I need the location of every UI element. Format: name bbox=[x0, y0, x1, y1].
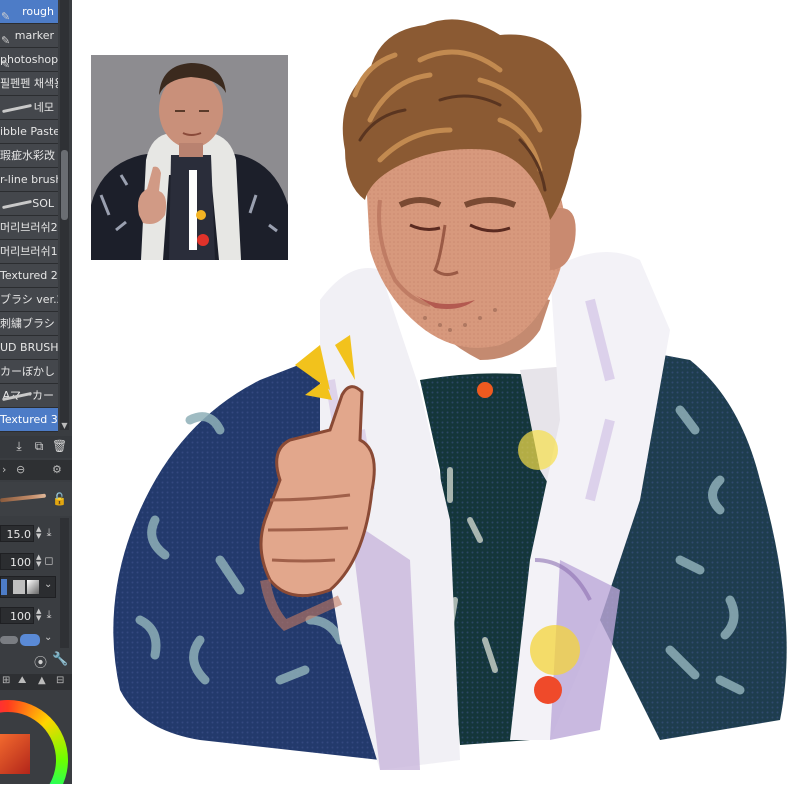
brush-size-field[interactable]: 15.0 bbox=[0, 525, 34, 542]
triangle-icon[interactable]: ▲ bbox=[38, 675, 46, 686]
brush-item-label: rough bbox=[22, 5, 54, 18]
texture-density-control: ⌄ bbox=[0, 632, 72, 650]
brush-item-label: UD BRUSH bbox=[0, 341, 58, 354]
brush-item[interactable]: Textured 3 bbox=[0, 408, 58, 432]
saturation-value-square[interactable] bbox=[0, 734, 30, 774]
extra-tool-icons: ⦿ 🔧 bbox=[0, 650, 72, 672]
density-pressure-icon[interactable]: ⤓ bbox=[42, 608, 56, 622]
brush-item-label: r-line brush bbox=[0, 173, 58, 186]
panel-menu-icon[interactable]: ⊟ bbox=[56, 675, 64, 686]
lock-icon[interactable]: 🔓 bbox=[52, 492, 67, 506]
brush-item[interactable]: ibble Pastel bbox=[0, 120, 58, 144]
brush-item-label: 네모 bbox=[33, 101, 54, 114]
brush-item[interactable]: カーぼかし bbox=[0, 360, 58, 384]
blend-mode-select[interactable]: ⌄ bbox=[0, 576, 56, 598]
marker-icon: ✎ bbox=[1, 58, 11, 71]
brush-item-label: SOL bbox=[32, 197, 54, 210]
mode-indicator bbox=[1, 579, 7, 595]
brush-item-label: ブラシ ver.2 bbox=[0, 293, 58, 306]
opacity-field[interactable]: 100 bbox=[0, 553, 34, 570]
brush-item[interactable]: ✎ rough bbox=[0, 0, 58, 24]
color-tab-icon[interactable]: ⊞ bbox=[2, 675, 10, 686]
brush-item-label: marker bbox=[14, 29, 54, 42]
brush-item-label: ibble Pastel bbox=[0, 125, 58, 138]
brush-item-label: 瑕疵水彩改 bbox=[0, 149, 55, 162]
pencil-icon: ✎ bbox=[1, 10, 11, 23]
import-brush-icon[interactable]: ⤓ bbox=[12, 439, 26, 453]
painting-image bbox=[113, 19, 787, 770]
canvas-painting[interactable] bbox=[80, 0, 809, 784]
density-field[interactable]: 100 bbox=[0, 607, 34, 624]
brush-item[interactable]: 네모 bbox=[0, 96, 58, 120]
brush-item[interactable]: UD BRUSH bbox=[0, 336, 58, 360]
brush-stroke-preview bbox=[2, 103, 32, 114]
brush-item-label: 머리브러쉬2 bbox=[0, 221, 58, 234]
tab-arrow-icon[interactable]: › bbox=[2, 463, 6, 476]
brush-item[interactable]: 머리브러쉬1 bbox=[0, 240, 58, 264]
tool-property-tab-icon[interactable]: ⊖ bbox=[16, 463, 25, 476]
scroll-down-icon[interactable]: ▼ bbox=[60, 420, 69, 432]
brush-item[interactable]: 瑕疵水彩改 bbox=[0, 144, 58, 168]
brush-preview: 🔓 bbox=[0, 482, 72, 516]
brush-item[interactable]: 필펜펜 채색용 bbox=[0, 72, 58, 96]
duplicate-brush-icon[interactable]: ⧉ bbox=[32, 439, 46, 453]
correction-icon[interactable]: ⦿ bbox=[34, 652, 47, 671]
brush-item-label: Textured 2 bbox=[0, 269, 58, 282]
texture-slider-track[interactable] bbox=[0, 636, 18, 644]
mountain-icon[interactable]: ⛰ bbox=[18, 675, 26, 686]
sub-tool-detail-icon[interactable]: ⚙ bbox=[52, 463, 62, 476]
brush-panel: ✎ rough ✎ marker ✎ photoshop 필펜펜 채색용 네모 ibble Pa… bbox=[0, 0, 72, 784]
brush-item[interactable]: 刺繍ブラシ bbox=[0, 312, 58, 336]
brush-item[interactable]: 머리브러쉬2 bbox=[0, 216, 58, 240]
brush-item[interactable]: ✎ marker bbox=[0, 24, 58, 48]
chevron-down-icon[interactable]: ⌄ bbox=[44, 579, 52, 590]
wrench-icon[interactable]: 🔧 bbox=[52, 652, 68, 667]
marker-icon: ✎ bbox=[1, 34, 11, 47]
brush-item[interactable]: Aマーカー bbox=[0, 384, 58, 408]
brush-list-scroll-thumb[interactable] bbox=[61, 150, 68, 220]
texture-slider-selected[interactable] bbox=[20, 634, 40, 646]
chevron-down-icon[interactable]: ⌄ bbox=[44, 632, 52, 643]
properties-scrollbar[interactable] bbox=[60, 518, 69, 648]
pen-pressure-icon[interactable]: ⤓ bbox=[42, 526, 56, 540]
brush-stroke-preview bbox=[2, 199, 32, 210]
opacity-lock-icon[interactable]: ◻ bbox=[42, 554, 56, 568]
brush-size-spinner-icon[interactable]: ▲ ▼ bbox=[36, 526, 41, 540]
brush-item-label: 필펜펜 채색용 bbox=[0, 77, 58, 90]
brush-list: ✎ rough ✎ marker ✎ photoshop 필펜펜 채색용 네모 ibble Pa… bbox=[0, 0, 58, 432]
trash-icon[interactable]: 🗑 bbox=[52, 439, 67, 453]
brush-item[interactable]: ブラシ ver.2 bbox=[0, 288, 58, 312]
mode-option-normal-icon[interactable] bbox=[13, 580, 25, 594]
density-spinner-icon[interactable]: ▲ ▼ bbox=[36, 608, 41, 622]
brush-item-label: 머리브러쉬1 bbox=[0, 245, 58, 258]
brush-item[interactable]: ✎ photoshop bbox=[0, 48, 58, 72]
color-tabs: ⊞ ⛰ ▲ ⊟ bbox=[0, 674, 72, 690]
brush-item[interactable]: Textured 2 bbox=[0, 264, 58, 288]
property-tabs: › ⊖ ⚙ bbox=[0, 460, 72, 480]
opacity-spinner-icon[interactable]: ▲ ▼ bbox=[36, 554, 41, 568]
color-wheel-panel bbox=[0, 690, 72, 784]
brush-item[interactable]: r-line brush bbox=[0, 168, 58, 192]
brush-item-label: 刺繍ブラシ bbox=[0, 317, 55, 330]
brush-item[interactable]: SOL bbox=[0, 192, 58, 216]
brush-item-label: カーぼかし bbox=[0, 365, 55, 378]
mode-option-gradient-icon[interactable] bbox=[27, 580, 39, 594]
brush-stroke-preview bbox=[0, 493, 47, 503]
brush-toolbar: ⤓ ⧉ 🗑 bbox=[0, 436, 72, 458]
brush-item-label: Textured 3 bbox=[0, 413, 58, 426]
